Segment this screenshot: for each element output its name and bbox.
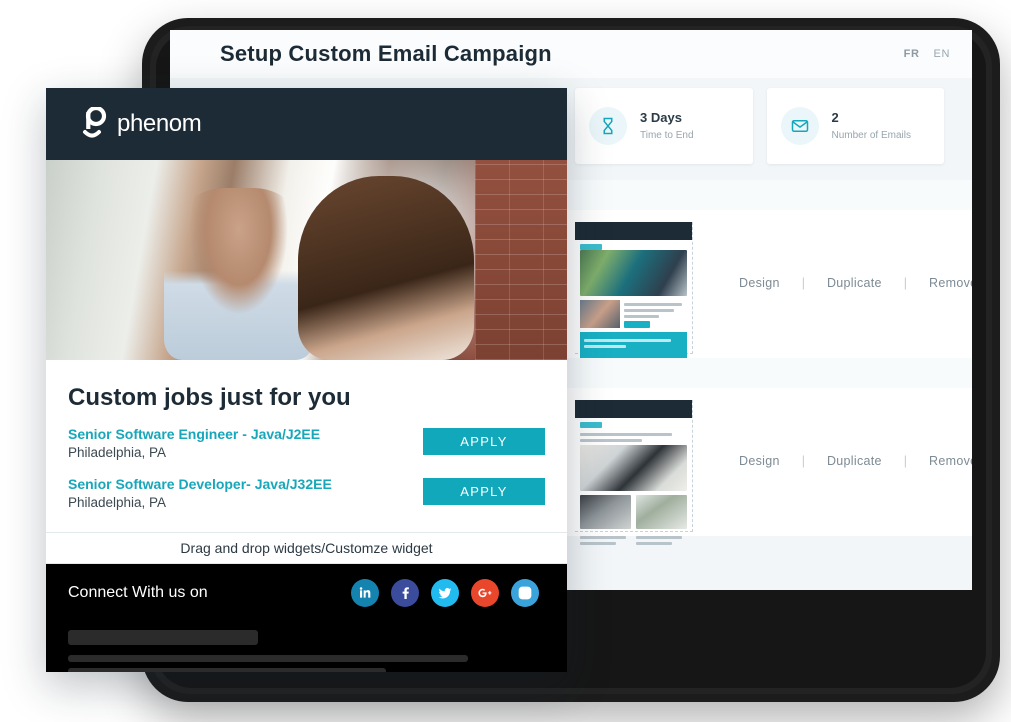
language-option-en[interactable]: EN bbox=[934, 48, 950, 60]
thumbnail-body bbox=[575, 240, 692, 362]
template-actions-1: Design | Duplicate | Remove bbox=[717, 276, 972, 290]
email-hero-image bbox=[46, 160, 567, 360]
thumbnail-sub-image bbox=[580, 495, 631, 529]
email-template-thumbnail-2[interactable] bbox=[575, 400, 693, 545]
hero-person-right bbox=[298, 176, 474, 360]
instagram-icon[interactable] bbox=[511, 579, 539, 607]
phenom-logo-text: phenom bbox=[117, 110, 202, 137]
thumbnail-logo bbox=[580, 422, 602, 428]
thumbnail-text-column bbox=[636, 533, 687, 548]
design-action[interactable]: Design bbox=[717, 276, 802, 290]
email-placeholder-block bbox=[46, 622, 567, 672]
thumbnail-hero-image bbox=[580, 250, 687, 296]
thumbnail-text-line bbox=[580, 542, 616, 545]
thumbnail-content-card bbox=[580, 300, 687, 328]
thumbnail-footer-line bbox=[584, 339, 672, 342]
design-action[interactable]: Design bbox=[717, 454, 802, 468]
apply-button[interactable]: APPLY bbox=[423, 428, 545, 455]
thumbnail-text-line bbox=[624, 303, 682, 306]
thumbnail-sub-image bbox=[636, 495, 687, 529]
thumbnail-photo bbox=[580, 300, 620, 328]
job-recommendations-section: Custom jobs just for you Senior Software… bbox=[46, 360, 567, 532]
stat-card-time-to-end: 3 Days Time to End bbox=[575, 88, 753, 164]
googleplus-icon[interactable] bbox=[471, 579, 499, 607]
app-header: Setup Custom Email Campaign FR EN bbox=[170, 30, 972, 78]
social-footer-label: Connect With us on bbox=[68, 584, 208, 601]
thumbnail-text-line bbox=[624, 309, 675, 312]
language-option-fr[interactable]: FR bbox=[904, 48, 920, 60]
facebook-icon[interactable] bbox=[391, 579, 419, 607]
thumbnail-image-pair bbox=[580, 495, 687, 529]
duplicate-action[interactable]: Duplicate bbox=[805, 454, 904, 468]
job-location: Philadelphia, PA bbox=[68, 445, 167, 460]
thumbnail-text-column bbox=[624, 300, 687, 328]
language-toggle[interactable]: FR EN bbox=[904, 48, 950, 60]
thumbnail-text-column bbox=[580, 533, 631, 548]
screenshot-root: Setup Custom Email Campaign FR EN 3 Days… bbox=[0, 0, 1011, 722]
stat-value: 3 Days bbox=[640, 110, 682, 126]
thumbnail-header-bar bbox=[575, 222, 692, 240]
thumbnail-header-bar bbox=[575, 400, 692, 418]
drag-drop-widget-zone[interactable]: Drag and drop widgets/Customze widget bbox=[46, 532, 567, 564]
thumbnail-footer bbox=[580, 332, 687, 358]
job-title-link[interactable]: Senior Software Engineer - Java/J2EE bbox=[68, 426, 320, 442]
stat-card-number-of-emails: 2 Number of Emails bbox=[766, 88, 944, 164]
job-info: Senior Software Engineer - Java/J2EE Phi… bbox=[68, 426, 320, 460]
stat-label: Number of Emails bbox=[831, 129, 911, 141]
apply-button[interactable]: APPLY bbox=[423, 478, 545, 505]
social-icon-row bbox=[351, 579, 539, 607]
thumbnail-cta-button bbox=[624, 321, 650, 328]
hourglass-icon bbox=[589, 107, 627, 145]
placeholder-bar bbox=[68, 668, 386, 672]
placeholder-bar bbox=[68, 630, 258, 645]
placeholder-bar bbox=[68, 655, 468, 662]
stat-label: Time to End bbox=[640, 129, 694, 141]
thumbnail-text-line bbox=[580, 536, 626, 539]
duplicate-action[interactable]: Duplicate bbox=[805, 276, 904, 290]
envelope-icon bbox=[780, 107, 819, 145]
stat-value: 2 bbox=[831, 110, 839, 126]
template-actions-2: Design | Duplicate | Remove bbox=[717, 454, 972, 468]
thumbnail-text-line bbox=[636, 542, 672, 545]
thumbnail-text-line bbox=[580, 433, 673, 436]
job-list-item: Senior Software Engineer - Java/J2EE Phi… bbox=[68, 426, 545, 460]
remove-action[interactable]: Remove bbox=[907, 454, 972, 468]
hero-brick-wall bbox=[475, 160, 567, 360]
email-preview-card: phenom Custom jobs just for you Senior S… bbox=[46, 88, 567, 672]
thumbnail-caption-pair bbox=[580, 533, 687, 548]
job-list-item: Senior Software Developer- Java/J32EE Ph… bbox=[68, 476, 545, 510]
thumbnail-text-line bbox=[624, 315, 659, 318]
job-section-heading: Custom jobs just for you bbox=[68, 384, 351, 411]
phenom-logo: phenom bbox=[80, 105, 202, 141]
twitter-icon[interactable] bbox=[431, 579, 459, 607]
hero-person-left bbox=[164, 188, 314, 360]
page-title: Setup Custom Email Campaign bbox=[220, 41, 552, 66]
job-title-link[interactable]: Senior Software Developer- Java/J32EE bbox=[68, 476, 332, 492]
email-preview-header: phenom bbox=[46, 88, 567, 160]
thumbnail-hero-image bbox=[580, 445, 687, 491]
job-location: Philadelphia, PA bbox=[68, 495, 167, 510]
thumbnail-text-line bbox=[580, 439, 643, 442]
email-social-footer: Connect With us on bbox=[46, 564, 567, 622]
thumbnail-logo bbox=[580, 244, 602, 250]
thumbnail-footer-line bbox=[584, 345, 626, 348]
remove-action[interactable]: Remove bbox=[907, 276, 972, 290]
thumbnail-body bbox=[575, 418, 692, 552]
email-template-thumbnail-1[interactable] bbox=[575, 222, 693, 358]
linkedin-icon[interactable] bbox=[351, 579, 379, 607]
thumbnail-text-line bbox=[636, 536, 682, 539]
job-info: Senior Software Developer- Java/J32EE Ph… bbox=[68, 476, 332, 510]
phenom-logo-icon bbox=[80, 105, 110, 141]
